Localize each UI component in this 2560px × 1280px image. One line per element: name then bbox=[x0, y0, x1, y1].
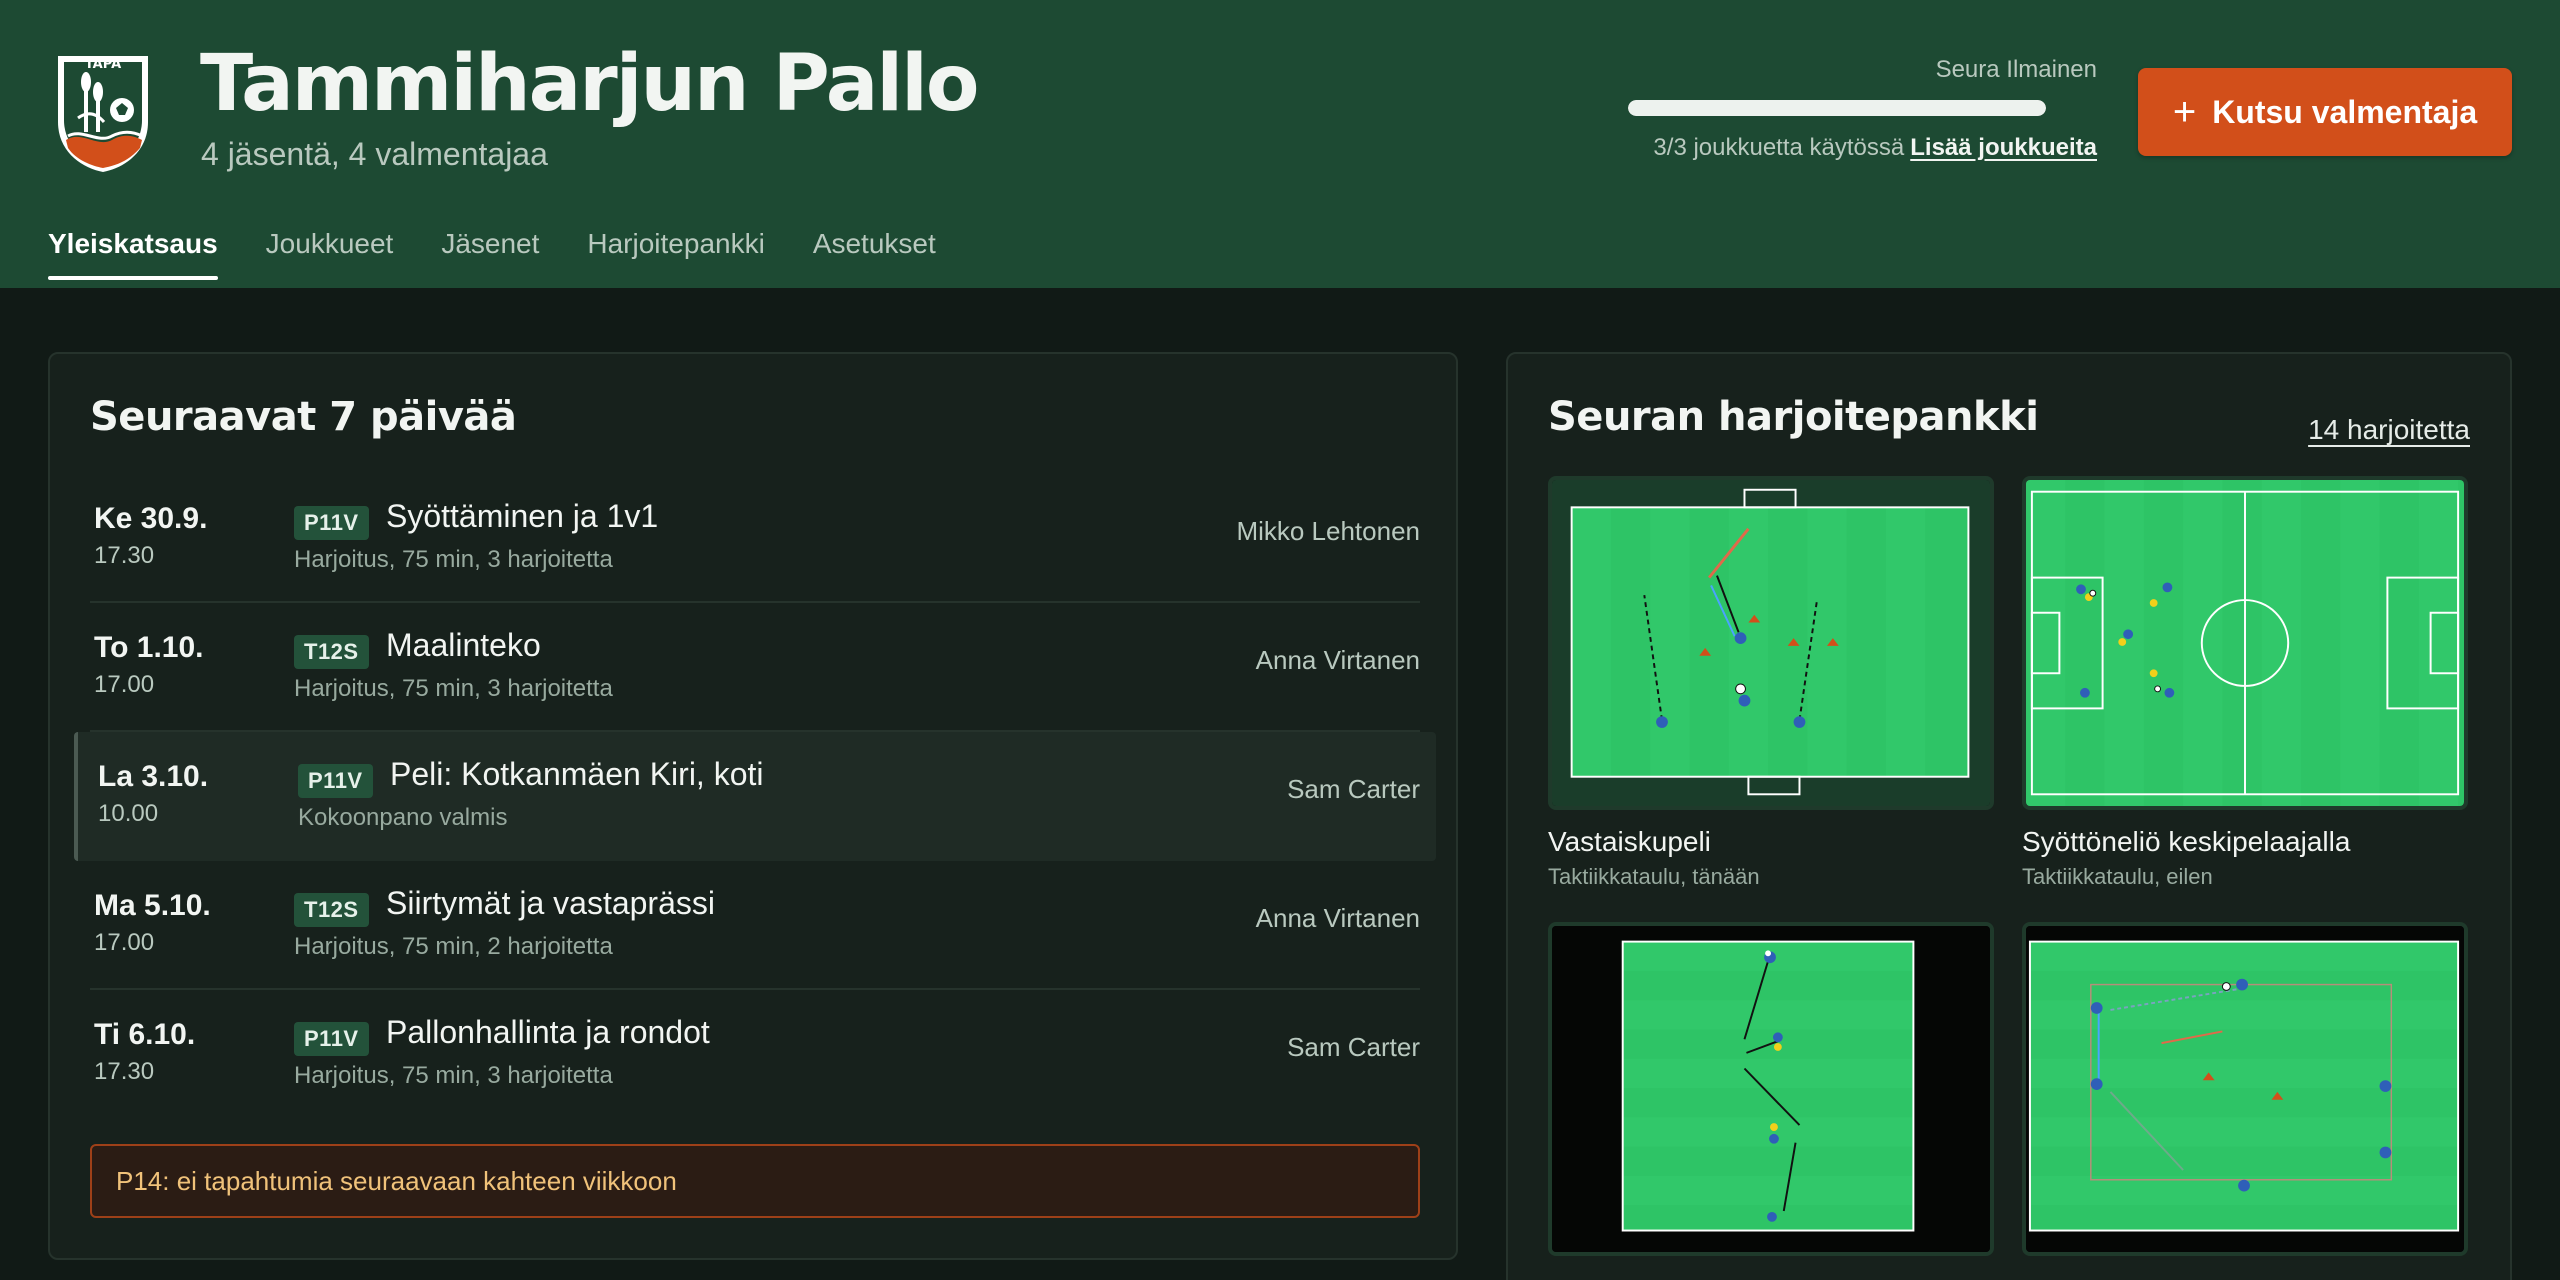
tab-drill-bank[interactable]: Harjoitepankki bbox=[587, 228, 764, 280]
club-logo: TAPA bbox=[58, 56, 148, 172]
main-tabs: Yleiskatsaus Joukkueet Jäsenet Harjoitep… bbox=[48, 228, 936, 280]
event-title: Pallonhallinta ja rondot bbox=[386, 1014, 710, 1050]
drill-title: Syöttöneliö keskipelaajalla bbox=[2022, 826, 2351, 857]
drill-thumbnail bbox=[2022, 476, 2468, 810]
tab-members[interactable]: Jäsenet bbox=[441, 228, 539, 280]
event-row[interactable]: Ma 5.10. 17.00 T12S Siirtymät ja vastapr… bbox=[90, 861, 1420, 990]
plan-usage-bar bbox=[1628, 100, 2046, 116]
event-row[interactable]: Ti 6.10. 17.30 P11V Pallonhallinta ja ro… bbox=[90, 990, 1420, 1119]
drill-thumbnail bbox=[1548, 922, 1994, 1256]
event-time: 17.00 bbox=[94, 929, 155, 956]
add-teams-link[interactable]: Lisää joukkueita bbox=[1910, 134, 2097, 161]
event-title: Siirtymät ja vastaprässi bbox=[386, 885, 715, 921]
club-header: TAPA Tammiharjun Pallo 4 jäsentä, 4 valm… bbox=[0, 0, 2560, 288]
event-coach: Sam Carter bbox=[1287, 1032, 1420, 1062]
plan-usage-fill bbox=[1628, 100, 2046, 116]
drill-meta: Taktiikkataulu, tänään bbox=[1548, 864, 1760, 889]
plan-usage-text: 3/3 joukkuetta käytössä bbox=[1653, 134, 1905, 161]
event-date: Ma 5.10. bbox=[94, 889, 211, 922]
tab-teams[interactable]: Joukkueet bbox=[266, 228, 394, 280]
club-member-summary: 4 jäsentä, 4 valmentajaa bbox=[201, 136, 548, 172]
drill-bank-panel: Seuran harjoitepankki 14 harjoitetta Vas… bbox=[1506, 352, 2512, 1280]
drill-bank-title: Seuran harjoitepankki bbox=[1548, 394, 2039, 440]
tab-settings[interactable]: Asetukset bbox=[813, 228, 936, 280]
drill-card[interactable]: Syöttöneliö keskipelaajalla Taktiikkatau… bbox=[2022, 476, 2468, 890]
plus-icon: + bbox=[2172, 90, 2197, 134]
event-details: Kokoonpano valmis bbox=[298, 804, 508, 831]
event-title: Syöttäminen ja 1v1 bbox=[386, 498, 659, 534]
upcoming-events-panel: Seuraavat 7 päivää Ke 30.9. 17.30 P11V S… bbox=[48, 352, 1458, 1260]
event-row[interactable]: To 1.10. 17.00 T12S Maalinteko Harjoitus… bbox=[90, 603, 1420, 732]
event-date: La 3.10. bbox=[98, 760, 209, 793]
event-list: Ke 30.9. 17.30 P11V Syöttäminen ja 1v1 H… bbox=[74, 474, 1436, 1119]
event-time: 17.00 bbox=[94, 671, 155, 698]
team-badge: P11V bbox=[294, 506, 369, 540]
drill-thumbnail bbox=[2022, 922, 2468, 1256]
event-coach: Anna Virtanen bbox=[1255, 645, 1420, 675]
event-title: Maalinteko bbox=[386, 627, 541, 663]
plan-name: Seura Ilmainen bbox=[1935, 56, 2097, 83]
event-coach: Mikko Lehtonen bbox=[1236, 516, 1420, 546]
event-details: Harjoitus, 75 min, 3 harjoitetta bbox=[294, 1062, 613, 1089]
tab-overview[interactable]: Yleiskatsaus bbox=[48, 228, 218, 280]
drill-card[interactable] bbox=[1548, 922, 1994, 1272]
team-badge: T12S bbox=[294, 893, 369, 927]
drill-thumbnail bbox=[1548, 476, 1994, 810]
no-events-notice: P14: ei tapahtumia seuraavaan kahteen vi… bbox=[90, 1144, 1420, 1218]
logo-text: TAPA bbox=[85, 57, 121, 72]
drill-title: Vastaiskupeli bbox=[1548, 826, 1711, 857]
drill-card[interactable]: Vastaiskupeli Taktiikkataulu, tänään bbox=[1548, 476, 1994, 890]
event-time: 17.30 bbox=[94, 542, 155, 569]
upcoming-events-title: Seuraavat 7 päivää bbox=[90, 394, 517, 440]
event-date: Ti 6.10. bbox=[94, 1018, 196, 1051]
drill-card[interactable] bbox=[2022, 922, 2468, 1272]
event-date: Ke 30.9. bbox=[94, 502, 208, 535]
event-row-highlighted[interactable]: La 3.10. 10.00 P11V Peli: Kotkanmäen Kir… bbox=[74, 732, 1436, 861]
event-row[interactable]: Ke 30.9. 17.30 P11V Syöttäminen ja 1v1 H… bbox=[90, 474, 1420, 603]
event-details: Harjoitus, 75 min, 3 harjoitetta bbox=[294, 675, 613, 702]
team-badge: P11V bbox=[294, 1022, 369, 1056]
event-coach: Anna Virtanen bbox=[1255, 903, 1420, 933]
event-coach: Sam Carter bbox=[1287, 774, 1420, 804]
event-time: 10.00 bbox=[98, 800, 159, 827]
invite-coach-button[interactable]: + Kutsu valmentaja bbox=[2138, 68, 2512, 156]
drill-count-link[interactable]: 14 harjoitetta bbox=[2308, 414, 2470, 446]
club-name: Tammiharjun Pallo bbox=[200, 39, 979, 129]
event-details: Harjoitus, 75 min, 2 harjoitetta bbox=[294, 933, 613, 960]
invite-coach-label: Kutsu valmentaja bbox=[2212, 93, 2478, 130]
team-badge: T12S bbox=[294, 635, 369, 669]
drill-meta: Taktiikkataulu, eilen bbox=[2022, 864, 2213, 889]
event-time: 17.30 bbox=[94, 1058, 155, 1085]
event-title: Peli: Kotkanmäen Kiri, koti bbox=[390, 756, 764, 792]
event-date: To 1.10. bbox=[94, 631, 204, 664]
team-badge: P11V bbox=[298, 764, 373, 798]
plan-usage: 3/3 joukkuetta käytössä Lisää joukkueita bbox=[1653, 134, 2097, 162]
event-details: Harjoitus, 75 min, 3 harjoitetta bbox=[294, 546, 613, 573]
